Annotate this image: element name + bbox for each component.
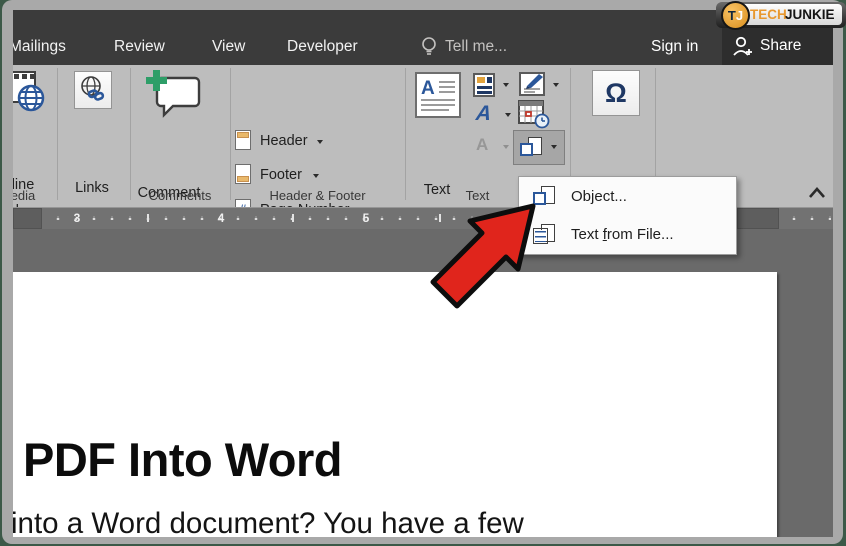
techjunkie-logo: TECH JUNKIE TJ bbox=[710, 0, 846, 31]
lightbulb-icon bbox=[420, 36, 438, 61]
ruler-mark-5: 5 bbox=[358, 211, 374, 225]
wordart-caret bbox=[505, 113, 511, 117]
group-label-comments: Comments bbox=[130, 188, 230, 203]
tab-view[interactable]: View bbox=[212, 38, 245, 56]
techjunkie-logo-band: TECH JUNKIE bbox=[738, 4, 842, 25]
menu-item-text-from-file-label: Text from File... bbox=[571, 226, 674, 243]
ruler-margin-segment bbox=[737, 208, 779, 229]
drop-cap-caret bbox=[503, 145, 509, 149]
document-body-text: into a Word document? You have a few bbox=[13, 507, 524, 537]
collapse-ribbon-chevron-icon[interactable] bbox=[808, 186, 826, 205]
share-button[interactable]: Share bbox=[722, 28, 833, 65]
quick-parts-caret bbox=[503, 83, 509, 87]
ruler-half-tick bbox=[147, 214, 149, 222]
object-button[interactable] bbox=[513, 130, 565, 165]
ruler-ticks bbox=[779, 216, 831, 220]
techjunkie-monogram-icon: TJ bbox=[721, 1, 750, 30]
wordart-icon: A bbox=[475, 102, 493, 126]
film-globe-icon bbox=[13, 70, 47, 119]
ruler-mark-4: 4 bbox=[213, 211, 229, 225]
header-label: Header bbox=[260, 133, 308, 149]
sign-in-button[interactable]: Sign in bbox=[651, 38, 698, 56]
group-label-header-footer: Header & Footer bbox=[230, 188, 405, 203]
footer-icon bbox=[235, 164, 251, 184]
group-label-media: edia bbox=[13, 188, 47, 203]
links-label: Links bbox=[62, 180, 122, 196]
links-icon bbox=[74, 71, 112, 109]
footer-dropdown-caret bbox=[313, 174, 319, 178]
share-label: Share bbox=[760, 37, 801, 55]
tab-mailings[interactable]: Mailings bbox=[13, 38, 66, 56]
footer-label: Footer bbox=[260, 167, 302, 183]
header-dropdown-caret bbox=[317, 140, 323, 144]
group-separator bbox=[230, 68, 231, 200]
ruler-half-tick bbox=[292, 214, 294, 222]
tab-review[interactable]: Review bbox=[114, 38, 165, 56]
header-icon bbox=[235, 130, 251, 150]
person-plus-icon bbox=[731, 35, 755, 62]
ruler-mark-3: 3 bbox=[69, 211, 85, 225]
menu-item-object-label: Object... bbox=[571, 188, 627, 205]
techjunkie-logo-text-tech: TECH bbox=[750, 7, 787, 22]
app-area: Mailings Review View Developer Tell me..… bbox=[13, 10, 833, 537]
quick-parts-icon bbox=[473, 73, 497, 102]
techjunkie-logo-text-junkie: JUNKIE bbox=[785, 7, 835, 22]
date-time-icon bbox=[518, 99, 550, 134]
red-callout-arrow bbox=[420, 193, 560, 323]
svg-text:A: A bbox=[421, 78, 435, 99]
word-window: Mailings Review View Developer Tell me..… bbox=[2, 0, 843, 544]
group-separator bbox=[130, 68, 131, 200]
document-page[interactable]: PDF Into Word into a Word document? You … bbox=[13, 272, 777, 537]
object-dropdown-caret bbox=[551, 145, 557, 149]
text-box-icon: A bbox=[415, 72, 461, 123]
tell-me-box[interactable]: Tell me... bbox=[445, 38, 507, 56]
tab-developer[interactable]: Developer bbox=[287, 38, 358, 56]
drop-cap-icon: A bbox=[476, 135, 488, 155]
new-comment-icon bbox=[143, 70, 203, 127]
group-separator bbox=[405, 68, 406, 200]
ruler-margin-segment bbox=[13, 208, 42, 229]
omega-icon: Ω bbox=[592, 70, 640, 116]
signature-line-caret bbox=[553, 83, 559, 87]
group-separator bbox=[57, 68, 58, 200]
document-heading: PDF Into Word bbox=[23, 432, 342, 487]
